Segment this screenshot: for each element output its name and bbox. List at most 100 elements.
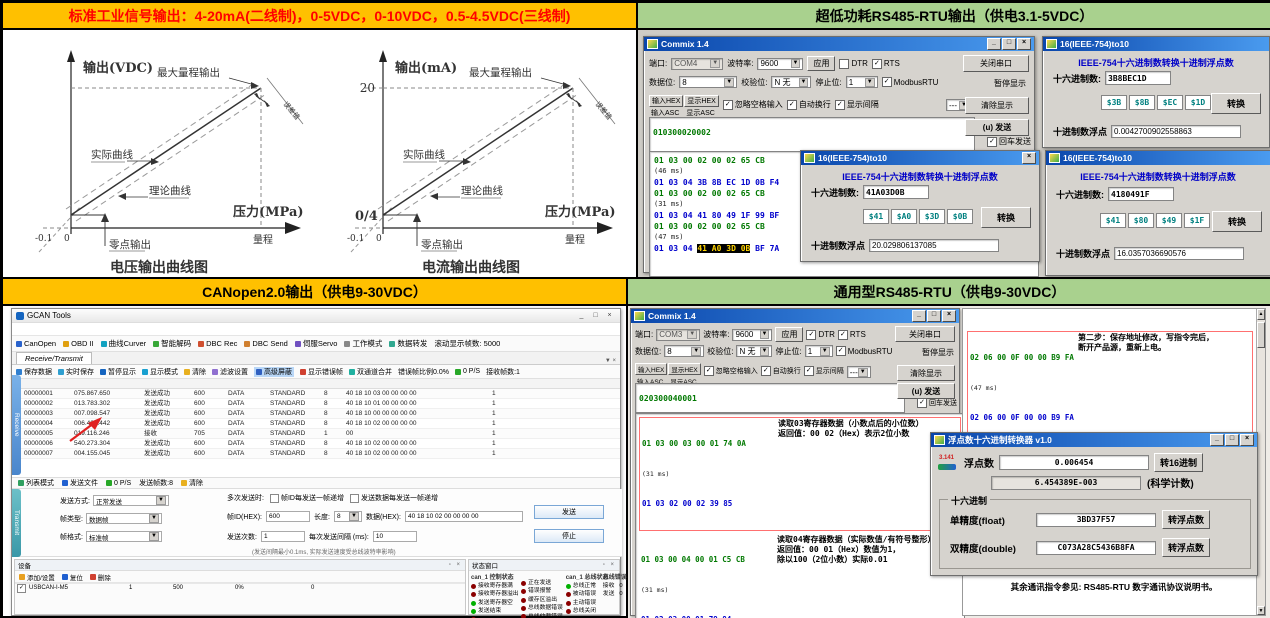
decimal-output[interactable]: 16.0357036690576 — [1114, 247, 1244, 260]
close-button[interactable]: × — [942, 310, 956, 322]
show-gap-checkbox[interactable]: ✓显示间隔 — [804, 366, 844, 376]
toolbar-button[interactable]: 删除 — [90, 572, 111, 582]
input-hex-toggle[interactable]: 输入HEX — [635, 363, 667, 375]
send-button[interactable]: (u) 发送 — [897, 383, 955, 399]
send-mode-select[interactable]: 正常发送▼ — [93, 495, 169, 506]
input-hex-toggle[interactable]: 输入HEX — [649, 95, 683, 107]
device-checkbox[interactable]: ✓ — [17, 584, 26, 593]
commix-titlebar[interactable]: Commix 1.4 _ □ × — [631, 309, 959, 323]
stopbits-select[interactable]: 1▼ — [805, 345, 833, 357]
close-button[interactable]: × — [1022, 152, 1036, 164]
apply-button[interactable]: 应用 — [807, 56, 835, 71]
table-row[interactable]: 00000001 075.867.650 发送成功 600 DATA STAND… — [12, 389, 620, 399]
send-button[interactable]: (u) 发送 — [965, 119, 1029, 136]
maximize-button[interactable]: □ — [589, 311, 602, 321]
send-input[interactable]: 010300020002 — [649, 117, 975, 153]
toolbar-button[interactable]: 滤波设置 — [212, 367, 248, 377]
toolbar-button[interactable]: 添加/设置 — [19, 572, 55, 582]
toolbar-button[interactable]: 暂停显示 — [100, 367, 136, 377]
minimize-button[interactable]: _ — [1210, 434, 1224, 446]
maximize-button[interactable]: □ — [1225, 434, 1239, 446]
decimal-output[interactable]: 20.029806137085 — [869, 239, 999, 252]
panel-controls[interactable]: ▫ × — [449, 562, 462, 568]
data-hex-input[interactable]: 40 18 10 02 00 00 00 00 — [405, 511, 523, 522]
toolbar-button[interactable]: 高级屏蔽 — [254, 367, 294, 377]
toolbar-button[interactable]: 列表模式 — [18, 478, 54, 488]
frame-format-select[interactable]: 标准帧▼ — [86, 531, 162, 542]
parity-select[interactable]: N 无▼ — [736, 345, 772, 357]
toolbar-button[interactable]: 保存数据 — [16, 367, 52, 377]
minimize-button[interactable]: _ — [912, 310, 926, 322]
rts-checkbox[interactable]: ✓RTS — [838, 330, 866, 340]
to-hex-button[interactable]: 转16进制 — [1154, 453, 1203, 472]
scroll-up-icon[interactable]: ▲ — [1257, 309, 1265, 320]
toolbar-button[interactable]: 智能解码 — [153, 338, 191, 349]
column-header[interactable] — [194, 379, 228, 388]
apply-button[interactable]: 应用 — [775, 327, 803, 342]
ignore-space-checkbox[interactable]: ✓忽略空格输入 — [723, 99, 783, 110]
double-precision-input[interactable]: C073A28C5436B8FA — [1036, 541, 1156, 555]
length-select[interactable]: 8▼ — [334, 511, 362, 522]
clear-display-button[interactable]: 清除显示 — [897, 365, 955, 381]
convert-button[interactable]: 转换 — [1211, 93, 1261, 114]
send-interval-input[interactable]: 10 — [373, 531, 417, 542]
port-select[interactable]: COM3▼ — [656, 329, 700, 341]
gcan-titlebar[interactable]: GCAN Tools _ □ × — [12, 309, 620, 323]
ignore-space-checkbox[interactable]: ✓忽略空格输入 — [704, 366, 758, 376]
toolbar-button[interactable]: DBC Rec — [198, 339, 237, 348]
toolbar-button[interactable]: DBC Send — [244, 339, 287, 348]
column-header[interactable] — [144, 379, 194, 388]
maximize-button[interactable]: □ — [927, 310, 941, 322]
toolbar-button[interactable]: 实时保存 — [58, 367, 94, 377]
databits-select[interactable]: 8▼ — [664, 345, 704, 357]
frame-id-input[interactable]: 600 — [266, 511, 310, 522]
rts-checkbox[interactable]: ✓RTS — [872, 59, 900, 69]
close-port-button[interactable]: 关闭串口 — [963, 55, 1029, 72]
pause-display-button[interactable]: 暂停显示 — [994, 78, 1026, 89]
auto-wrap-checkbox[interactable]: ✓自动换行 — [787, 99, 831, 110]
single-precision-input[interactable]: 3BD37F57 — [1036, 513, 1156, 527]
column-header[interactable] — [346, 379, 492, 388]
table-row[interactable]: 00000002 013.783.302 发送成功 600 DATA STAND… — [12, 399, 620, 409]
toolbar-button[interactable]: 滚动显示帧数: 5000 — [434, 338, 500, 349]
toolbar-button[interactable]: 曲线Curver — [101, 338, 147, 349]
pause-display-button[interactable]: 暂停显示 — [922, 347, 954, 358]
toolbar-button[interactable]: 伺服Servo — [295, 338, 338, 349]
toolbar-button[interactable]: 双通道合并 — [349, 367, 392, 377]
single-to-float-button[interactable]: 转浮点数 — [1162, 510, 1210, 529]
column-header[interactable] — [74, 379, 144, 388]
panel-controls[interactable]: ▫ × — [603, 562, 616, 568]
hex-input[interactable]: 4180491F — [1108, 187, 1174, 201]
send-input[interactable]: 020300040001 — [635, 383, 905, 413]
decimal-output[interactable]: 0.0042700902558863 — [1111, 125, 1241, 138]
modbus-checkbox[interactable]: ✓ModbusRTU — [836, 346, 893, 356]
device-row[interactable]: ✓USBCAN-I-M5 1 500 0% 0 — [15, 584, 465, 593]
tab-strip-controls[interactable]: ▼ × — [605, 358, 616, 364]
toolbar-button[interactable]: 数据转发 — [389, 338, 427, 349]
commix-titlebar[interactable]: Commix 1.4 _ □ × — [644, 37, 1034, 51]
hex-input[interactable]: 3B8BEC1D — [1105, 71, 1171, 85]
transmit-stop-button[interactable]: 停止 — [534, 529, 604, 543]
column-header[interactable] — [24, 379, 74, 388]
show-hex-toggle[interactable]: 显示HEX — [668, 363, 700, 375]
dtr-checkbox[interactable]: ✓DTR — [806, 330, 834, 340]
inc-id-checkbox[interactable]: 帧ID每发送一帧递增 — [270, 493, 344, 503]
port-select[interactable]: COM4▼ — [671, 58, 723, 70]
minimize-button[interactable]: _ — [987, 38, 1001, 50]
show-gap-checkbox[interactable]: ✓显示间隔 — [835, 99, 879, 110]
converter-titlebar[interactable]: 16(IEEE-754)to10 — [1043, 37, 1269, 51]
toolbar-button[interactable]: 接收帧数:1 — [486, 367, 520, 377]
close-button[interactable]: × — [1240, 434, 1254, 446]
dtr-checkbox[interactable]: DTR — [839, 59, 867, 69]
enter-send-checkbox[interactable]: ✓回车发送 — [917, 398, 957, 408]
float-input[interactable]: 0.006454 — [999, 455, 1149, 470]
transmit-send-button[interactable]: 发送 — [534, 505, 604, 519]
scroll-down-icon[interactable]: ▼ — [1257, 606, 1265, 615]
column-header[interactable] — [270, 379, 324, 388]
enter-send-checkbox[interactable]: ✓回车发送 — [987, 136, 1031, 147]
maximize-button[interactable]: □ — [1002, 38, 1016, 50]
minimize-button[interactable]: _ — [575, 311, 588, 321]
scroll-thumb[interactable] — [1257, 322, 1265, 348]
close-port-button[interactable]: 关闭串口 — [895, 326, 955, 342]
clear-display-button[interactable]: 清除显示 — [965, 97, 1029, 114]
